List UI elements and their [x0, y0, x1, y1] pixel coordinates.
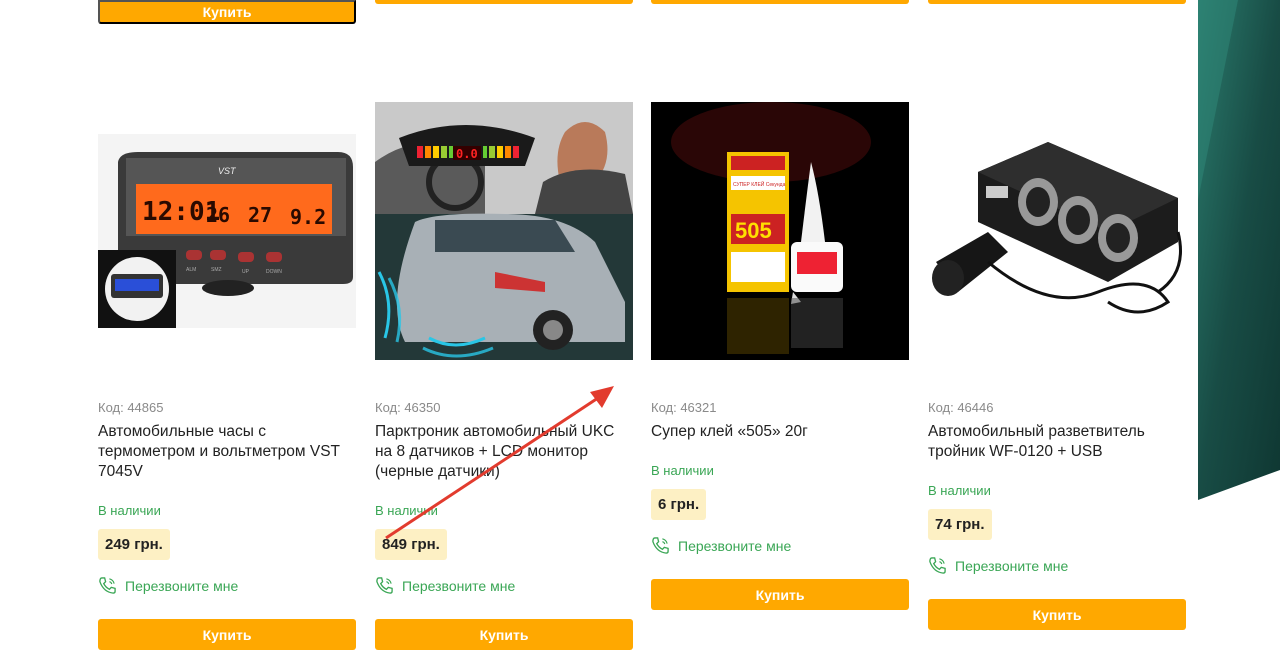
glue-brand: СУПЕР КЛЕЙ Секунда	[733, 180, 786, 188]
callback-link[interactable]: Перезвоните мне	[651, 536, 791, 555]
stock-status: В наличии	[928, 483, 991, 498]
buy-button[interactable]	[928, 0, 1186, 4]
clock-button-label: UP	[242, 269, 250, 275]
product-image[interactable]: VST 12:01 26 27 9.2 ALM SMZ UP DOWN	[98, 102, 356, 360]
callback-link[interactable]: Перезвоните мне	[375, 576, 515, 595]
product-card: СУПЕР КЛЕЙ Секунда 505 Код: 46321 Супер …	[651, 102, 909, 654]
parktronic-display: 0.0	[456, 147, 478, 161]
product-price: 849 грн.	[375, 529, 447, 560]
stock-status: В наличии	[98, 503, 161, 518]
product-title[interactable]: Автомобильный разветвитель тройник WF-01…	[928, 422, 1186, 462]
stock-status: В наличии	[375, 503, 438, 518]
clock-button-label: DOWN	[266, 269, 282, 275]
product-image[interactable]	[928, 102, 1186, 360]
product-code: Код: 46446	[928, 400, 994, 415]
clock-brand: VST	[218, 166, 237, 176]
product-title[interactable]: Парктроник автомобильный UKC на 8 датчик…	[375, 422, 633, 482]
callback-link[interactable]: Перезвоните мне	[928, 556, 1068, 575]
phone-icon	[99, 577, 116, 594]
product-image[interactable]: 0.0	[375, 102, 633, 360]
phone-icon	[376, 577, 393, 594]
buy-button[interactable]: Купить	[98, 0, 356, 24]
callback-label: Перезвоните мне	[125, 577, 239, 594]
callback-label: Перезвоните мне	[402, 577, 516, 594]
callback-label: Перезвоните мне	[678, 537, 792, 554]
product-code: Код: 46321	[651, 400, 717, 415]
product-card: VST 12:01 26 27 9.2 ALM SMZ UP DOWN Код:…	[98, 102, 356, 654]
buy-button[interactable]: Купить	[98, 619, 356, 650]
buy-button[interactable]: Купить	[651, 579, 909, 610]
product-price: 6 грн.	[651, 489, 707, 520]
phone-icon	[652, 537, 669, 554]
buy-button[interactable]: Купить	[928, 599, 1186, 630]
buy-button[interactable]	[375, 0, 633, 4]
clock-button-label: ALM	[186, 267, 196, 273]
product-code: Код: 46350	[375, 400, 441, 415]
product-image[interactable]: СУПЕР КЛЕЙ Секунда 505	[651, 102, 909, 360]
stock-status: В наличии	[651, 463, 714, 478]
product-card: 0.0 Код: 46350 Парктроник автомобильный …	[375, 102, 633, 654]
product-title[interactable]: Автомобильные часы с термометром и вольт…	[98, 422, 356, 482]
phone-icon	[929, 557, 946, 574]
callback-label: Перезвоните мне	[955, 557, 1069, 574]
callback-link[interactable]: Перезвоните мне	[98, 576, 238, 595]
buy-button[interactable]: Купить	[375, 619, 633, 650]
clock-volt: 9.2	[290, 205, 326, 229]
buy-button[interactable]	[651, 0, 909, 4]
product-code: Код: 44865	[98, 400, 164, 415]
clock-temp-out: 27	[248, 203, 272, 227]
product-card: Код: 46446 Автомобильный разветвитель тр…	[928, 102, 1186, 654]
product-title[interactable]: Супер клей «505» 20г	[651, 422, 909, 442]
glue-number: 505	[735, 218, 772, 243]
product-price: 249 грн.	[98, 529, 170, 560]
clock-temp-in: 26	[206, 203, 230, 227]
clock-button-label: SMZ	[211, 267, 222, 273]
product-price: 74 грн.	[928, 509, 992, 540]
decorative-background	[1198, 0, 1280, 500]
